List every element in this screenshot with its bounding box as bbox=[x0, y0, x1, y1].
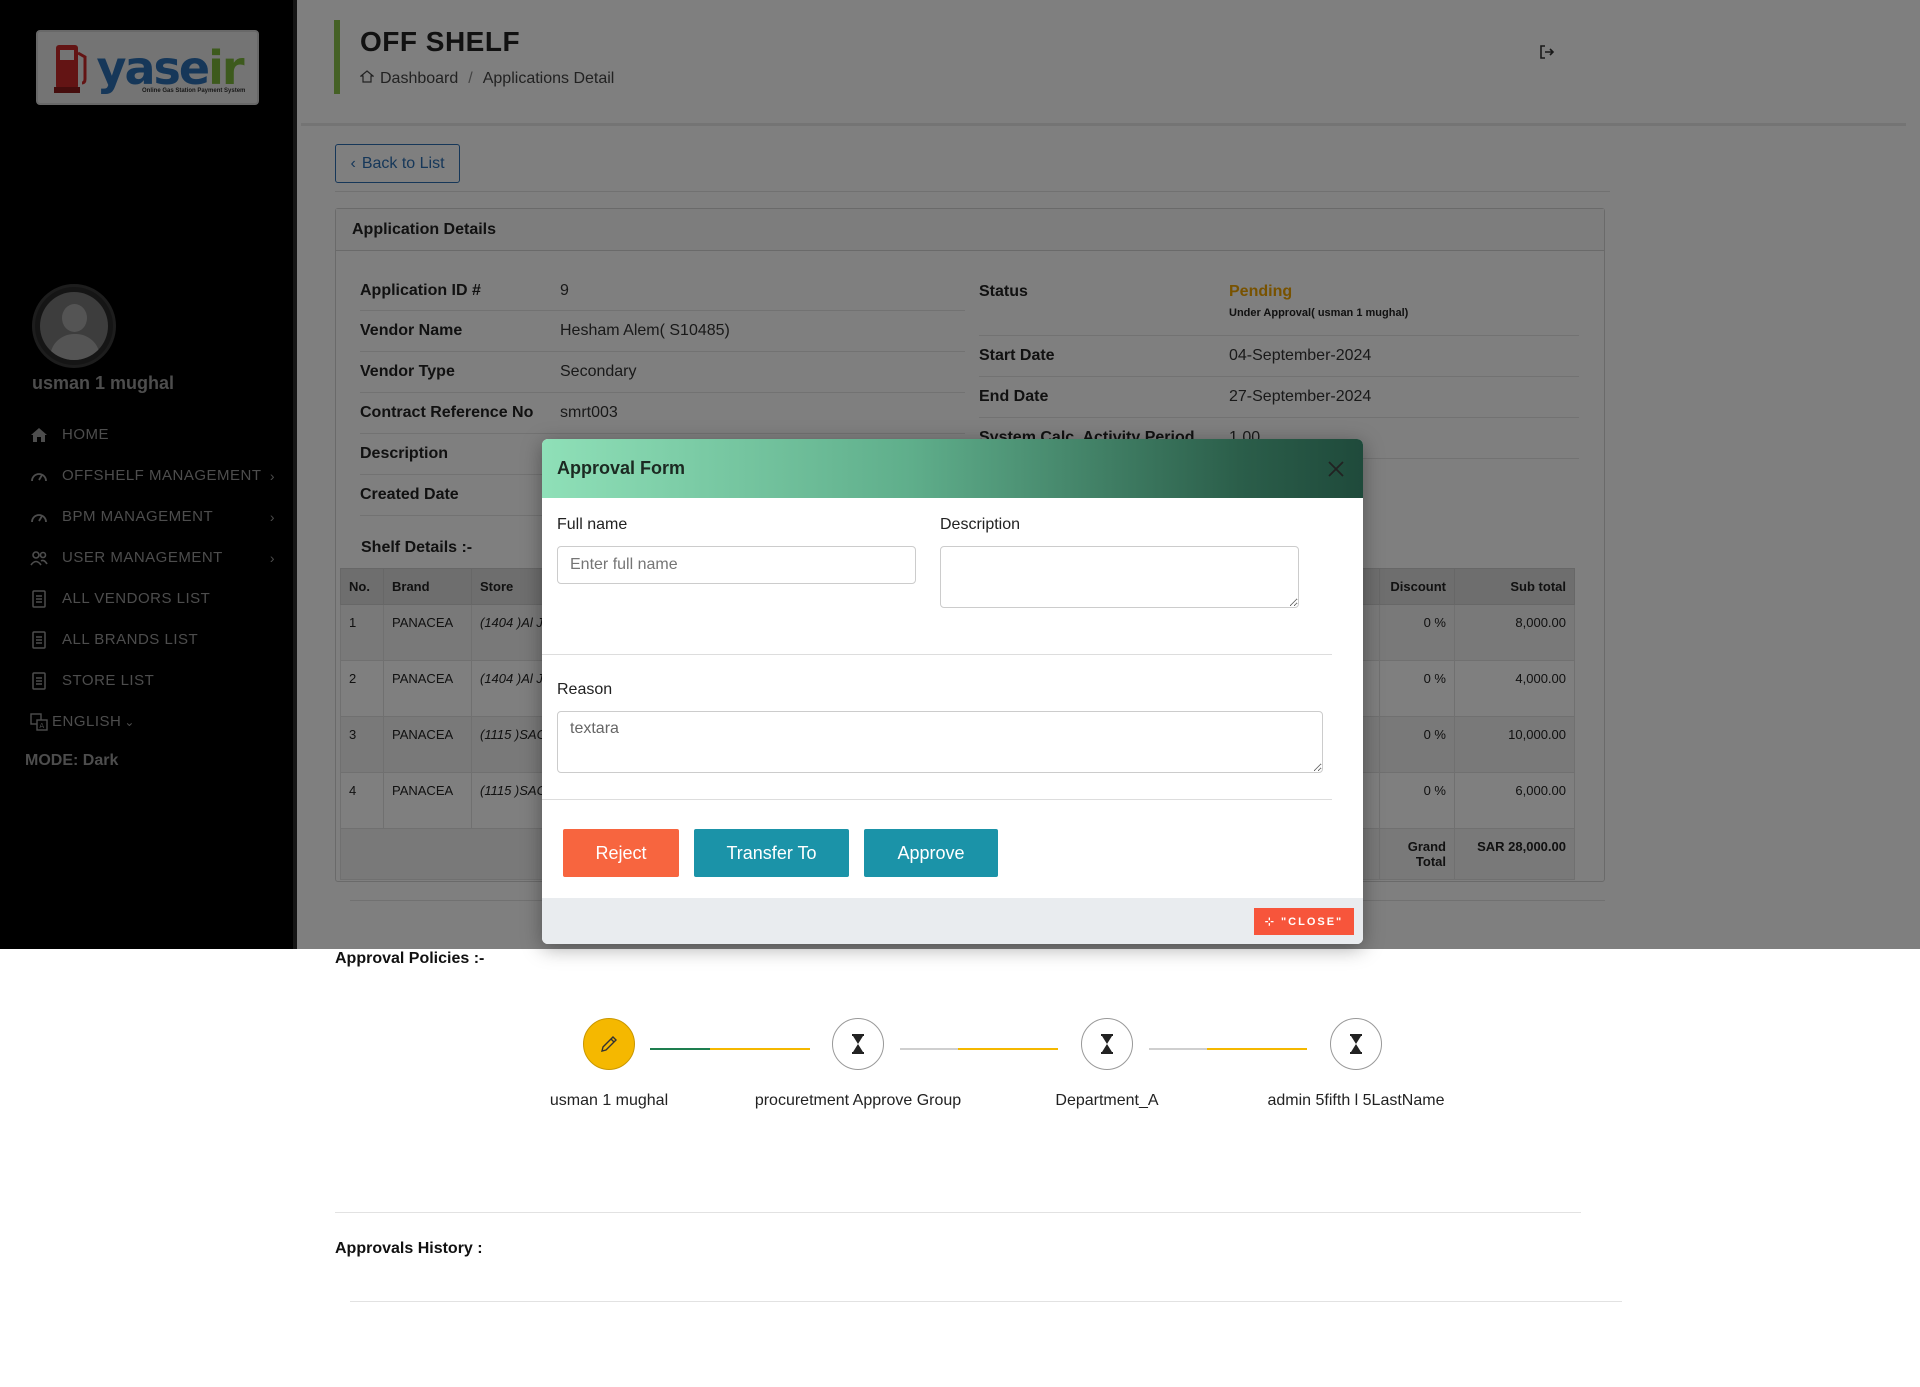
approval-step: procuretment Approve Group bbox=[733, 1018, 983, 1110]
approval-step: admin 5fifth l 5LastName bbox=[1231, 1018, 1481, 1110]
reject-button[interactable]: Reject bbox=[563, 829, 679, 877]
reason-textarea[interactable]: textara bbox=[557, 711, 1323, 773]
approval-form-modal: Approval Form Full name Description Reas… bbox=[542, 439, 1363, 944]
full-name-label: Full name bbox=[557, 516, 628, 533]
step-label: Department_A bbox=[1055, 1092, 1159, 1109]
step-label: procuretment Approve Group bbox=[754, 1092, 962, 1109]
pencil-icon bbox=[583, 1018, 635, 1070]
approval-step: usman 1 mughal bbox=[484, 1018, 734, 1110]
step-label: admin 5fifth l 5LastName bbox=[1267, 1092, 1445, 1109]
description-label: Description bbox=[940, 516, 1021, 533]
divider bbox=[542, 799, 1332, 800]
hourglass-icon bbox=[1330, 1018, 1382, 1070]
full-name-input[interactable] bbox=[557, 546, 916, 584]
hourglass-icon bbox=[832, 1018, 884, 1070]
reason-label: Reason bbox=[557, 681, 613, 698]
collapse-icon: ⊹ bbox=[1264, 916, 1276, 928]
hourglass-icon bbox=[1081, 1018, 1133, 1070]
approve-button[interactable]: Approve bbox=[864, 829, 998, 877]
modal-footer: ⊹ "CLOSE" bbox=[542, 898, 1363, 944]
approvals-history-title: Approvals History : bbox=[335, 1240, 483, 1257]
divider bbox=[350, 1301, 1622, 1302]
transfer-to-button[interactable]: Transfer To bbox=[694, 829, 849, 877]
approval-step: Department_A bbox=[982, 1018, 1232, 1110]
description-textarea[interactable] bbox=[940, 546, 1299, 608]
divider bbox=[335, 1212, 1581, 1213]
step-label: usman 1 mughal bbox=[549, 1092, 669, 1109]
approval-policies-title: Approval Policies :- bbox=[335, 950, 485, 967]
close-button[interactable]: ⊹ "CLOSE" bbox=[1254, 908, 1354, 935]
modal-header: Approval Form bbox=[542, 439, 1363, 498]
close-icon[interactable] bbox=[1324, 457, 1348, 481]
modal-title: Approval Form bbox=[557, 458, 686, 478]
divider bbox=[542, 654, 1332, 655]
approval-stepper: usman 1 mughal procuretment Approve Grou… bbox=[500, 1018, 1450, 1118]
